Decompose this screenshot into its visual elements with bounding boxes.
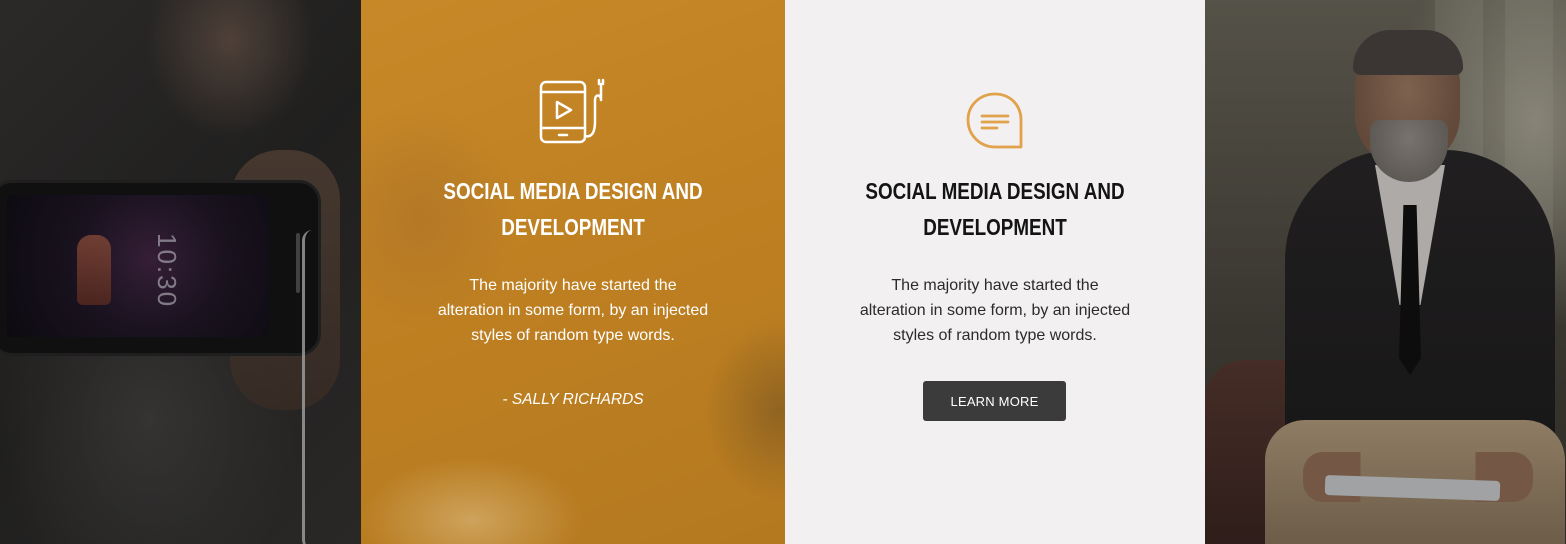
- service-card: SOCIAL MEDIA DESIGN AND DEVELOPMENT The …: [785, 0, 1205, 544]
- featured-title-line2: DEVELOPMENT: [501, 214, 645, 240]
- featured-testimonial-card: SOCIAL MEDIA DESIGN AND DEVELOPMENT The …: [361, 0, 785, 544]
- service-card-description: The majority have started the alteration…: [785, 273, 1205, 348]
- businessman-photo-panel: [1205, 0, 1566, 544]
- featured-card-description: The majority have started the alteration…: [361, 273, 785, 348]
- description-line: styles of random type words.: [471, 327, 675, 344]
- description-line: alteration in some form, by an injected: [437, 302, 709, 319]
- description-line: styles of random type words.: [893, 327, 1097, 344]
- service-title-line1: SOCIAL MEDIA DESIGN AND: [865, 178, 1125, 204]
- smartphone-photo-panel: 10:30: [0, 0, 361, 544]
- featured-card-content: SOCIAL MEDIA DESIGN AND DEVELOPMENT The …: [361, 0, 785, 544]
- testimonial-author: - SALLY RICHARDS: [502, 391, 644, 408]
- featured-title-line1: SOCIAL MEDIA DESIGN AND: [443, 178, 703, 204]
- description-line: The majority have started the: [469, 277, 677, 294]
- description-line: The majority have started the: [891, 277, 1099, 294]
- featured-card-title: SOCIAL MEDIA DESIGN AND DEVELOPMENT: [399, 173, 747, 245]
- service-card-content: SOCIAL MEDIA DESIGN AND DEVELOPMENT The …: [785, 0, 1205, 544]
- service-title-line2: DEVELOPMENT: [923, 214, 1067, 240]
- services-strip: 10:30 SOCIAL MEDIA DESIGN AND DEVELOPMEN…: [0, 0, 1566, 544]
- dark-overlay: [1205, 0, 1566, 544]
- dark-overlay: [0, 0, 361, 544]
- description-line: alteration in some form, by an injected: [859, 302, 1131, 319]
- speech-bubble-icon: [965, 91, 1025, 156]
- learn-more-button[interactable]: LEARN MORE: [923, 381, 1066, 421]
- service-card-title: SOCIAL MEDIA DESIGN AND DEVELOPMENT: [823, 173, 1167, 245]
- mobile-video-icon: [537, 78, 609, 155]
